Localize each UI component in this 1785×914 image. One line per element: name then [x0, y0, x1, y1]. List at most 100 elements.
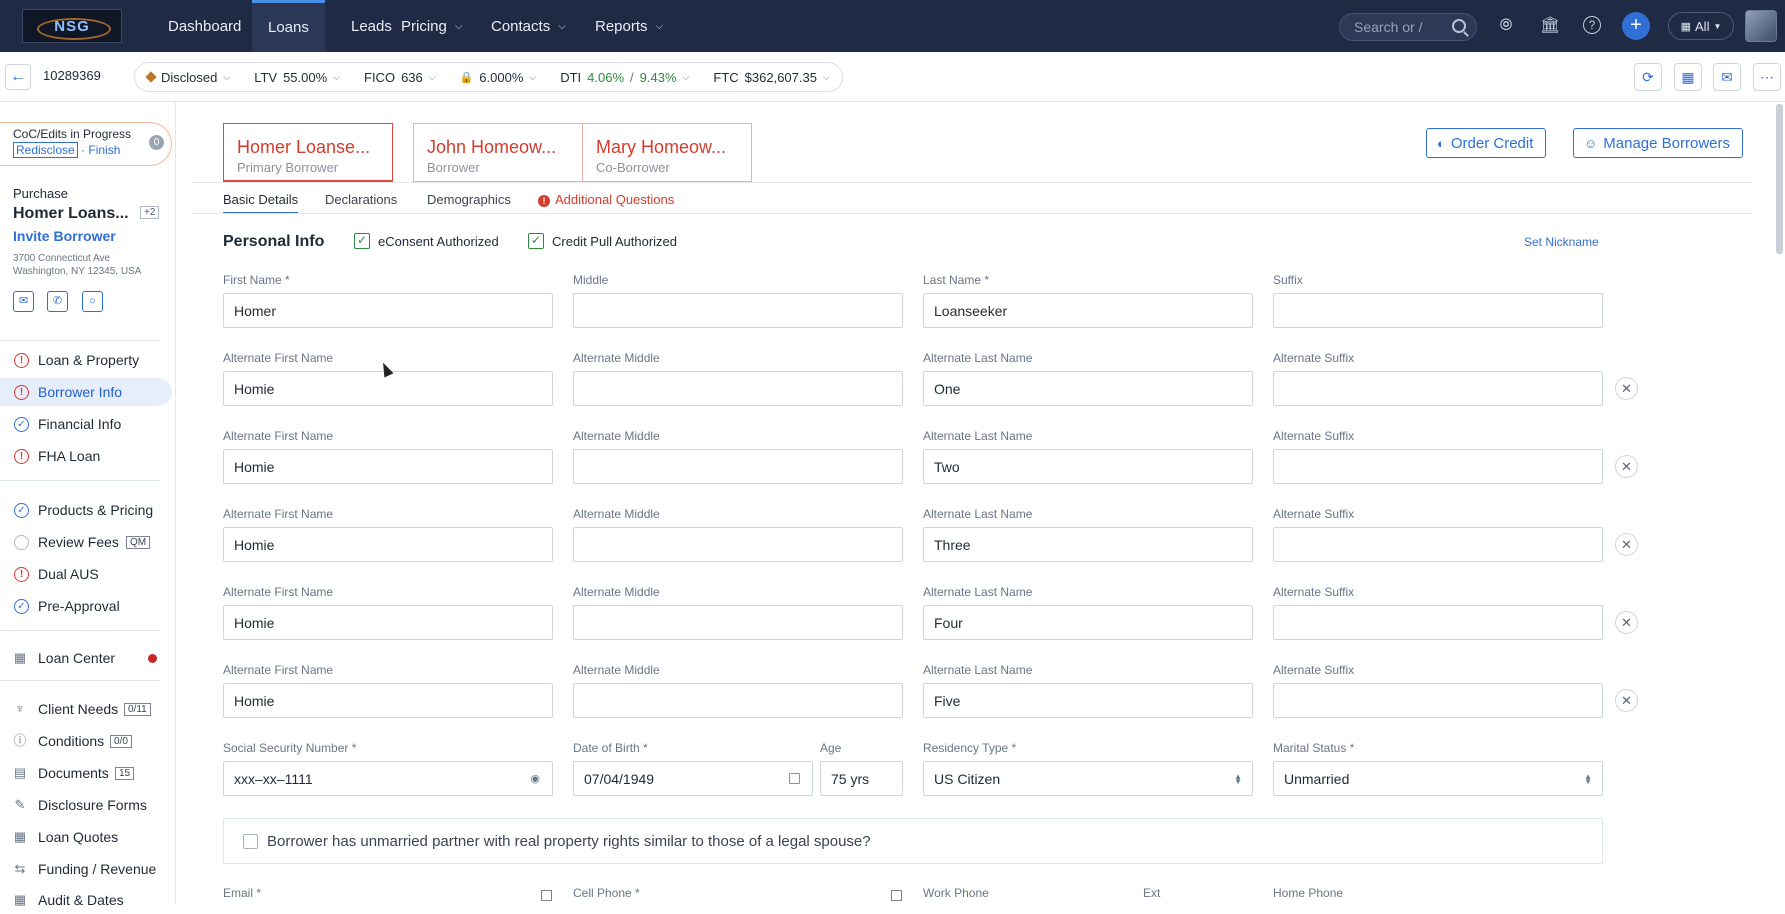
alt-last-name-field[interactable]: Five: [923, 683, 1253, 718]
alt-last-name-field[interactable]: One: [923, 371, 1253, 406]
sidebar-item-products-pricing[interactable]: ✓ Products & Pricing: [0, 496, 172, 524]
sidebar-item-audit-dates[interactable]: ▦ Audit & Dates: [0, 886, 172, 914]
tab-demographics[interactable]: Demographics: [427, 192, 511, 207]
remove-alternate-icon[interactable]: ✕: [1615, 689, 1638, 712]
redisclose-link[interactable]: Redisclose: [13, 142, 78, 158]
nav-contacts[interactable]: Contacts ⌵: [475, 0, 582, 52]
nsg-logo[interactable]: NSG: [22, 9, 122, 43]
alt-first-name-field[interactable]: Homie: [223, 449, 553, 484]
message-icon[interactable]: ○: [82, 291, 103, 312]
alt-suffix-field[interactable]: [1273, 449, 1603, 484]
finish-link[interactable]: Finish: [88, 143, 120, 157]
ltv-metric[interactable]: LTV 55.00% ⌵: [242, 62, 352, 92]
extra-borrowers-badge[interactable]: +2: [140, 206, 160, 219]
alt-first-name-field[interactable]: Homie: [223, 683, 553, 718]
sidebar-item-financial-info[interactable]: ✓ Financial Info: [0, 410, 172, 438]
alt-last-name-label: Alternate Last Name: [923, 429, 1033, 443]
status-metric[interactable]: Disclosed ⌵: [135, 62, 242, 92]
calendar-icon[interactable]: ▦: [1674, 63, 1702, 91]
alt-suffix-field[interactable]: [1273, 605, 1603, 640]
search-input[interactable]: Search or /: [1339, 13, 1477, 41]
nav-dashboard[interactable]: Dashboard: [152, 0, 257, 52]
copy-icon[interactable]: [541, 890, 552, 901]
sidebar-item-loan-property[interactable]: ! Loan & Property: [0, 346, 172, 374]
sidebar-item-loan-center[interactable]: ▦ Loan Center: [0, 644, 172, 672]
set-nickname-link[interactable]: Set Nickname: [1524, 235, 1599, 249]
credit-pull-checkbox[interactable]: ✓: [528, 233, 544, 249]
alt-last-name-field[interactable]: Four: [923, 605, 1253, 640]
alt-middle-field[interactable]: [573, 449, 903, 484]
user-avatar[interactable]: [1745, 10, 1777, 42]
suffix-field[interactable]: [1273, 293, 1603, 328]
sidebar-item-documents[interactable]: ▤ Documents 15: [0, 759, 172, 787]
calendar-icon[interactable]: [789, 773, 800, 784]
manage-borrowers-button[interactable]: ☺ Manage Borrowers: [1573, 128, 1744, 158]
bank-icon[interactable]: 🏛: [1540, 16, 1560, 36]
all-filter-dropdown[interactable]: ▦ All ▼: [1668, 12, 1734, 40]
alt-middle-field[interactable]: [573, 605, 903, 640]
email-icon[interactable]: ✉: [13, 291, 34, 312]
alt-first-name-field[interactable]: Homie: [223, 605, 553, 640]
marital-select[interactable]: Unmarried ▲ ▼: [1273, 761, 1603, 796]
alt-suffix-field[interactable]: [1273, 371, 1603, 406]
alt-first-name-field[interactable]: Homie: [223, 527, 553, 562]
nav-loans[interactable]: Loans: [252, 0, 325, 52]
rate-metric[interactable]: 🔒 6.000% ⌵: [448, 62, 549, 92]
alt-middle-field[interactable]: [573, 683, 903, 718]
alt-first-name-label: Alternate First Name: [223, 351, 334, 365]
nav-reports[interactable]: Reports ⌵: [579, 0, 679, 52]
last-name-field[interactable]: Loanseeker: [923, 293, 1253, 328]
copy-icon[interactable]: [891, 890, 902, 901]
first-name-field[interactable]: Homer: [223, 293, 553, 328]
sidebar-item-review-fees[interactable]: Review Fees QM: [0, 528, 172, 556]
sidebar-item-disclosure-forms[interactable]: ✎ Disclosure Forms: [0, 791, 172, 819]
alt-middle-field[interactable]: [573, 527, 903, 562]
ssn-field[interactable]: xxx–xx–1111 ◉: [223, 761, 553, 796]
refresh-icon[interactable]: ⟳: [1634, 63, 1662, 91]
dob-field[interactable]: 07/04/1949: [573, 761, 813, 796]
nav-pricing[interactable]: Pricing ⌵: [385, 0, 478, 52]
sidebar-item-borrower-info[interactable]: ! Borrower Info: [0, 378, 172, 406]
sidebar-item-pre-approval[interactable]: ✓ Pre-Approval: [0, 592, 172, 620]
back-arrow-icon[interactable]: ←: [5, 64, 31, 90]
invite-borrower-link[interactable]: Invite Borrower: [13, 228, 116, 244]
sidebar-item-fha-loan[interactable]: ! FHA Loan: [0, 442, 172, 470]
alt-last-name-field[interactable]: Three: [923, 527, 1253, 562]
borrower-tab-primary[interactable]: Homer Loanse... Primary Borrower: [223, 123, 393, 183]
scrollbar[interactable]: [1776, 104, 1783, 254]
sidebar-item-dual-aus[interactable]: ! Dual AUS: [0, 560, 172, 588]
borrower-tab-john[interactable]: John Homeow... Borrower: [413, 123, 583, 182]
alt-middle-field[interactable]: [573, 371, 903, 406]
order-credit-button[interactable]: ◐ Order Credit: [1426, 128, 1547, 158]
remove-alternate-icon[interactable]: ✕: [1615, 377, 1638, 400]
borrower-tab-mary[interactable]: Mary Homeow... Co-Borrower: [582, 123, 752, 182]
ftc-metric[interactable]: FTC $362,607.35 ⌵: [701, 62, 841, 92]
sidebar-item-conditions[interactable]: ⓘ Conditions 0/0: [0, 727, 172, 755]
remove-alternate-icon[interactable]: ✕: [1615, 455, 1638, 478]
tab-basic-details[interactable]: Basic Details: [223, 192, 299, 214]
fico-metric[interactable]: FICO 636 ⌵: [352, 62, 448, 92]
add-icon[interactable]: +: [1622, 12, 1650, 40]
middle-name-field[interactable]: [573, 293, 903, 328]
remove-alternate-icon[interactable]: ✕: [1615, 533, 1638, 556]
sidebar-item-client-needs[interactable]: ♆ Client Needs 0/11: [0, 695, 172, 723]
econsent-checkbox[interactable]: ✓: [354, 233, 370, 249]
dti-metric[interactable]: DTI 4.06% / 9.43% ⌵: [548, 62, 701, 92]
alt-first-name-field[interactable]: Homie: [223, 371, 553, 406]
residency-select[interactable]: US Citizen ▲ ▼: [923, 761, 1253, 796]
phone-icon[interactable]: ✆: [47, 291, 68, 312]
alt-suffix-field[interactable]: [1273, 683, 1603, 718]
alt-suffix-field[interactable]: [1273, 527, 1603, 562]
eye-icon[interactable]: ◉: [530, 772, 540, 785]
chat-icon[interactable]: ✉: [1713, 63, 1741, 91]
more-options-icon[interactable]: ⋯: [1753, 63, 1781, 91]
sidebar-item-funding-revenue[interactable]: ⇆ Funding / Revenue: [0, 855, 172, 883]
tab-additional-questions[interactable]: ! Additional Questions: [538, 192, 674, 207]
remove-alternate-icon[interactable]: ✕: [1615, 611, 1638, 634]
alt-last-name-field[interactable]: Two: [923, 449, 1253, 484]
partner-checkbox[interactable]: [243, 834, 258, 849]
tab-declarations[interactable]: Declarations: [325, 192, 397, 207]
sidebar-item-loan-quotes[interactable]: ▦ Loan Quotes: [0, 823, 172, 851]
broadcast-icon[interactable]: ⦾: [1496, 16, 1516, 36]
help-icon[interactable]: ?: [1583, 16, 1601, 34]
